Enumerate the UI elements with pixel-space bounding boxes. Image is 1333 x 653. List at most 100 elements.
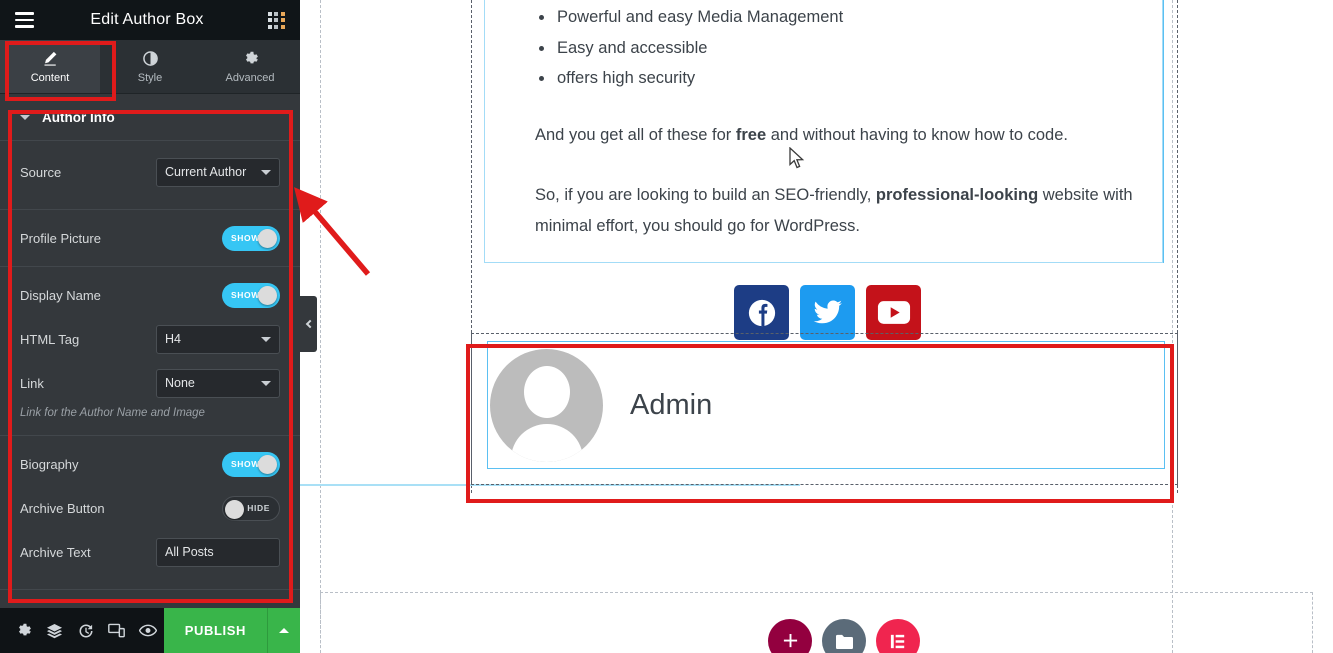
control-archive-button[interactable]: Archive Button HIDE [0, 486, 300, 530]
control-label: Link [20, 375, 44, 391]
control-label: Display Name [20, 287, 101, 303]
gear-icon [243, 50, 258, 67]
caret-up-icon [279, 628, 289, 633]
apps-grid-icon[interactable] [256, 0, 296, 40]
paragraph-text: And you get all of these for [535, 125, 736, 144]
text-editor-widget[interactable]: Powerful and easy Media Management Easy … [484, 0, 1163, 263]
panel-body[interactable]: Author Info Source Current Author Profil… [0, 94, 300, 608]
toggle-state-label: SHOW [231, 290, 260, 300]
control-display-name[interactable]: Display Name SHOW [0, 273, 300, 317]
caret-down-icon [20, 114, 30, 120]
bottom-section-placeholder[interactable] [320, 592, 1313, 653]
publish-options-button[interactable] [267, 608, 300, 653]
toggle-state-label: SHOW [231, 459, 260, 469]
control-html-tag[interactable]: HTML Tag H4 [0, 317, 300, 361]
archive-text-input[interactable]: All Posts [156, 537, 280, 567]
annotation-arrow [294, 187, 371, 276]
control-label: Source [20, 164, 62, 180]
control-label: Archive Text [20, 544, 91, 560]
tab-label: Advanced [225, 71, 275, 84]
chevron-left-icon [305, 319, 314, 329]
chevron-down-icon [261, 170, 271, 175]
facebook-icon[interactable] [734, 285, 789, 340]
control-source[interactable]: Source Current Author [0, 150, 300, 194]
display-name-toggle[interactable]: SHOW [222, 282, 280, 308]
paragraph-seo: So, if you are looking to build an SEO-f… [535, 180, 1162, 242]
list-item: offers high security [535, 63, 1162, 94]
link-select[interactable]: None [156, 368, 280, 398]
archive-button-toggle[interactable]: HIDE [222, 495, 280, 521]
author-box-section[interactable]: Admin [471, 333, 1178, 485]
control-biography[interactable]: Biography SHOW [0, 442, 300, 486]
add-section-button[interactable] [768, 619, 812, 653]
html-tag-select[interactable]: H4 [156, 324, 280, 354]
tab-label: Content [30, 71, 70, 84]
canvas-preview[interactable]: Powerful and easy Media Management Easy … [300, 0, 1333, 653]
tab-style[interactable]: Style [100, 40, 200, 93]
twitter-icon[interactable] [800, 285, 855, 340]
history-clock-icon[interactable] [70, 608, 101, 653]
navigator-layers-icon[interactable] [39, 608, 70, 653]
panel-title: Edit Author Box [90, 11, 204, 28]
control-archive-text[interactable]: Archive Text All Posts [0, 530, 300, 574]
control-link[interactable]: Link None [0, 361, 300, 405]
divider [0, 209, 300, 210]
biography-toggle[interactable]: SHOW [222, 451, 280, 477]
publish-button[interactable]: PUBLISH [163, 608, 267, 653]
social-icons-widget[interactable] [734, 285, 921, 340]
profile-picture-toggle[interactable]: SHOW [222, 225, 280, 251]
responsive-mode-icon[interactable] [101, 608, 132, 653]
panel-header: Edit Author Box [0, 0, 300, 40]
section-guide-right-outer [1172, 0, 1173, 653]
paragraph-bold: professional-looking [875, 185, 1039, 204]
panel-tabs[interactable]: Content Style Advanced [0, 40, 300, 94]
divider [0, 589, 300, 590]
chevron-down-icon [261, 381, 271, 386]
control-label: Biography [20, 456, 79, 472]
section-title: Author Info [42, 109, 115, 125]
source-select[interactable]: Current Author [156, 157, 280, 187]
source-value: Current Author [165, 165, 247, 179]
list-item: Powerful and easy Media Management [535, 2, 1162, 33]
preview-eye-icon[interactable] [133, 608, 164, 653]
tab-advanced[interactable]: Advanced [200, 40, 300, 93]
paragraph-bold: free [735, 125, 767, 144]
elementor-logo-button[interactable] [876, 619, 920, 653]
pencil-icon [43, 50, 58, 67]
publish-controls[interactable]: PUBLISH [163, 608, 300, 653]
settings-gear-icon[interactable] [8, 608, 39, 653]
mouse-cursor [789, 147, 805, 169]
divider [0, 266, 300, 267]
toggle-state-label: HIDE [247, 503, 270, 513]
paragraph-text: and without having to know how to code. [766, 125, 1068, 144]
paragraph-free: And you get all of these for free and wi… [535, 120, 1162, 151]
chevron-down-icon [261, 337, 271, 342]
control-profile-picture[interactable]: Profile Picture SHOW [0, 216, 300, 260]
contrast-circle-icon [142, 50, 158, 67]
control-label: Archive Button [20, 500, 105, 516]
list-item: Easy and accessible [535, 33, 1162, 64]
author-display-name: Admin [630, 388, 713, 421]
toggle-state-label: SHOW [231, 233, 260, 243]
panel-footer[interactable]: PUBLISH [0, 608, 300, 653]
html-tag-value: H4 [165, 332, 181, 346]
section-guide-left-outer [320, 0, 321, 653]
widget-guide-right [1163, 0, 1164, 263]
feature-bullet-list: Powerful and easy Media Management Easy … [535, 2, 1162, 94]
link-value: None [165, 376, 195, 390]
panel-collapse-handle[interactable] [300, 296, 317, 352]
tab-label: Style [137, 71, 163, 84]
control-label: Profile Picture [20, 230, 101, 246]
tab-content[interactable]: Content [0, 40, 100, 93]
add-template-button[interactable] [822, 619, 866, 653]
elementor-editor: Powerful and easy Media Management Easy … [0, 0, 1333, 653]
author-box-widget[interactable]: Admin [487, 341, 1165, 469]
control-label: HTML Tag [20, 331, 80, 347]
elementor-panel[interactable]: Edit Author Box Content Style Advanced A… [0, 0, 300, 653]
divider [0, 435, 300, 436]
youtube-icon[interactable] [866, 285, 921, 340]
add-new-controls[interactable] [768, 619, 920, 653]
paragraph-text: So, if you are looking to build an SEO-f… [535, 185, 876, 204]
section-author-info[interactable]: Author Info [0, 94, 300, 141]
default-avatar-icon [490, 348, 603, 462]
